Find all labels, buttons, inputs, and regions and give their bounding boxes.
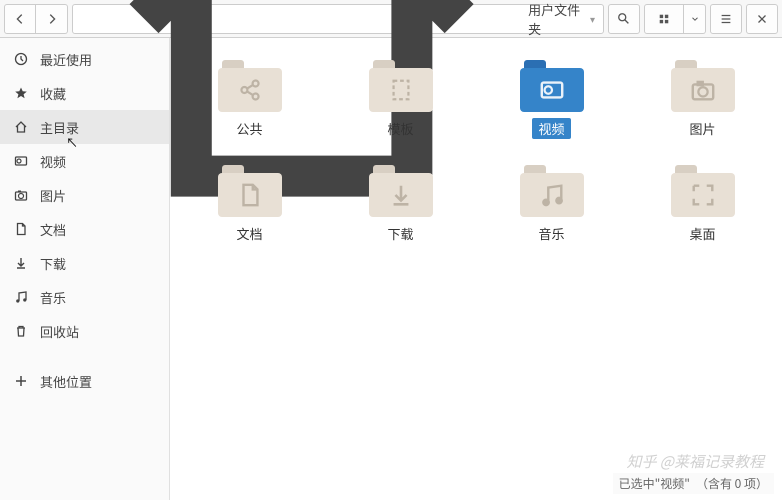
sidebar-item-documents[interactable]: 文档 (0, 212, 169, 246)
sidebar-item-recent[interactable]: 最近使用 (0, 42, 169, 76)
video-icon (14, 154, 28, 168)
folder-item[interactable]: 图片 (631, 56, 774, 143)
folder-label: 文档 (230, 223, 268, 244)
sidebar-item-label: 主目录 (40, 118, 79, 137)
home-icon (14, 120, 28, 134)
sidebar-item-label: 收藏 (40, 84, 66, 103)
folder-icon (520, 60, 584, 112)
sidebar-item-label: 下载 (40, 254, 66, 273)
sidebar-item-label: 文档 (40, 220, 66, 239)
sidebar-item-home[interactable]: 主目录↖ (0, 110, 169, 144)
folder-label: 桌面 (683, 223, 721, 244)
folder-item[interactable]: 文档 (178, 161, 321, 248)
status-bar: 已选中"视频" （含有 0 项） (613, 473, 774, 494)
sidebar-item-music[interactable]: 音乐 (0, 280, 169, 314)
menu-button[interactable] (710, 4, 742, 34)
toolbar: 用户文件夹 ▾ (0, 0, 782, 38)
folder-icon (520, 165, 584, 217)
sidebar-item-pictures[interactable]: 图片 (0, 178, 169, 212)
folder-icon (218, 165, 282, 217)
folder-item[interactable]: 音乐 (480, 161, 623, 248)
clock-icon (14, 52, 28, 66)
folder-label: 公共 (230, 118, 268, 139)
sidebar-item-label: 最近使用 (40, 50, 92, 69)
star-icon (14, 86, 28, 100)
sidebar: 最近使用收藏主目录↖ 视频图片文档下载音乐回收站其他位置 (0, 38, 170, 500)
sidebar-item-label: 视频 (40, 152, 66, 171)
back-button[interactable] (4, 4, 36, 34)
folder-item[interactable]: 公共 (178, 56, 321, 143)
sidebar-item-trash[interactable]: 回收站 (0, 314, 169, 348)
sidebar-item-downloads[interactable]: 下载 (0, 246, 169, 280)
sidebar-item-label: 回收站 (40, 322, 79, 341)
view-options-button[interactable] (684, 4, 706, 34)
folder-icon (218, 60, 282, 112)
folder-label: 模板 (381, 118, 419, 139)
path-bar[interactable]: 用户文件夹 ▾ (72, 4, 604, 34)
path-label: 用户文件夹 (528, 0, 584, 38)
watermark: 知乎 @莱福记录教程 (626, 451, 764, 472)
folder-label: 音乐 (532, 223, 570, 244)
camera-icon (14, 188, 28, 202)
chevron-down-icon: ▾ (590, 11, 595, 26)
folder-icon (369, 60, 433, 112)
sidebar-item-starred[interactable]: 收藏 (0, 76, 169, 110)
folder-icon (671, 60, 735, 112)
folder-item[interactable]: 桌面 (631, 161, 774, 248)
music-icon (14, 290, 28, 304)
close-button[interactable] (746, 4, 778, 34)
folder-label: 视频 (532, 118, 570, 139)
forward-button[interactable] (36, 4, 68, 34)
folder-item[interactable]: 下载 (329, 161, 472, 248)
sidebar-item-label: 音乐 (40, 288, 66, 307)
plus-icon (14, 374, 28, 388)
sidebar-item-label: 其他位置 (40, 372, 92, 391)
folder-icon (671, 165, 735, 217)
trash-icon (14, 324, 28, 338)
content-area[interactable]: 公共 模板 视频 图片 文档 下载 音乐 (170, 38, 782, 500)
doc-icon (14, 222, 28, 236)
down-icon (14, 256, 28, 270)
folder-label: 图片 (683, 118, 721, 139)
sidebar-item-videos[interactable]: 视频 (0, 144, 169, 178)
view-mode-button[interactable] (644, 4, 684, 34)
folder-label: 下载 (381, 223, 419, 244)
sidebar-item-label: 图片 (40, 186, 66, 205)
folder-item[interactable]: 模板 (329, 56, 472, 143)
folder-icon (369, 165, 433, 217)
search-button[interactable] (608, 4, 640, 34)
folder-item[interactable]: 视频 (480, 56, 623, 143)
sidebar-item-other-locations[interactable]: 其他位置 (0, 364, 169, 398)
